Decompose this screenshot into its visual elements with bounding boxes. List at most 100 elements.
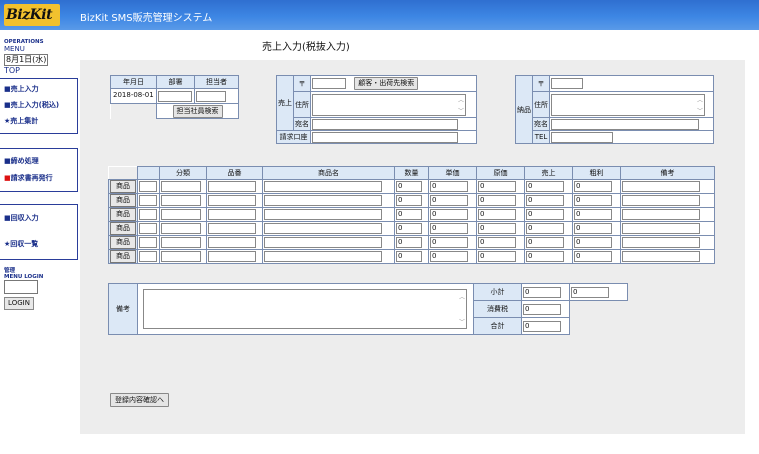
product-name-input[interactable] xyxy=(264,181,382,192)
product-name-input[interactable] xyxy=(264,237,382,248)
top-link[interactable]: TOP xyxy=(4,66,20,75)
price-input[interactable]: 0 xyxy=(430,237,468,248)
product-row-button[interactable]: 商品 xyxy=(110,236,136,249)
scroll-down-icon[interactable]: ﹀ xyxy=(458,106,464,115)
sales-input[interactable]: 0 xyxy=(526,181,564,192)
scroll-up-icon[interactable]: ︿ xyxy=(697,95,703,104)
product-name-input[interactable] xyxy=(264,209,382,220)
sales-name-input[interactable] xyxy=(312,118,458,130)
sales-input[interactable]: 0 xyxy=(526,251,564,262)
price-input[interactable]: 0 xyxy=(430,195,468,206)
product-row-button[interactable]: 商品 xyxy=(110,250,136,263)
row-flag-input[interactable] xyxy=(139,223,157,234)
cost-input[interactable]: 0 xyxy=(478,251,516,262)
dept-input[interactable] xyxy=(158,90,192,102)
ship-name-input[interactable] xyxy=(551,118,699,130)
remarks-input[interactable] xyxy=(622,209,700,220)
nav-collection-list[interactable]: ★回収一覧 xyxy=(4,240,77,249)
category-input[interactable] xyxy=(161,209,201,220)
profit-input[interactable]: 0 xyxy=(574,195,612,206)
partno-input[interactable] xyxy=(208,209,256,220)
remarks-input[interactable] xyxy=(622,195,700,206)
nav-sales-entry-taxincl[interactable]: ■売上入力(税込) xyxy=(4,101,77,110)
nav-sales-summary[interactable]: ★売上集計 xyxy=(4,117,77,126)
qty-input[interactable]: 0 xyxy=(396,195,422,206)
category-input[interactable] xyxy=(161,195,201,206)
qty-input[interactable]: 0 xyxy=(396,237,422,248)
product-name-input[interactable] xyxy=(264,223,382,234)
search-staff-button[interactable]: 担当社員検索 xyxy=(172,104,223,118)
scroll-up-icon[interactable]: ︿ xyxy=(459,292,465,301)
row-flag-input[interactable] xyxy=(139,181,157,192)
category-input[interactable] xyxy=(161,223,201,234)
ship-address-input[interactable]: ︿ ﹀ xyxy=(551,93,705,116)
partno-input[interactable] xyxy=(208,195,256,206)
sales-input[interactable]: 0 xyxy=(526,223,564,234)
date-value[interactable]: 2018-08-01 xyxy=(112,90,154,102)
sales-input[interactable]: 0 xyxy=(526,237,564,248)
confirm-registration-button[interactable]: 登録内容確認へ xyxy=(110,393,169,407)
qty-input[interactable]: 0 xyxy=(396,209,422,220)
profit-input[interactable]: 0 xyxy=(574,209,612,220)
nav-invoice-reissue[interactable]: ■請求書再発行 xyxy=(4,174,77,183)
row-flag-input[interactable] xyxy=(139,237,157,248)
ship-zip-input[interactable] xyxy=(551,78,583,89)
qty-input[interactable]: 0 xyxy=(396,181,422,192)
qty-input[interactable]: 0 xyxy=(396,251,422,262)
profit-input[interactable]: 0 xyxy=(574,251,612,262)
price-input[interactable]: 0 xyxy=(430,251,468,262)
row-flag-input[interactable] xyxy=(139,195,157,206)
price-input[interactable]: 0 xyxy=(430,223,468,234)
product-row-button[interactable]: 商品 xyxy=(110,194,136,207)
row-flag-input[interactable] xyxy=(139,209,157,220)
remarks-input[interactable] xyxy=(622,237,700,248)
login-input[interactable] xyxy=(4,280,38,294)
partno-input[interactable] xyxy=(208,181,256,192)
cost-input[interactable]: 0 xyxy=(478,181,516,192)
sales-address-input[interactable]: ︿ ﹀ xyxy=(312,93,466,116)
cost-input[interactable]: 0 xyxy=(478,237,516,248)
total-value[interactable]: 0 xyxy=(523,320,561,332)
billing-input[interactable] xyxy=(312,131,458,143)
person-input[interactable] xyxy=(196,90,226,102)
subtotal-profit-value[interactable]: 0 xyxy=(571,286,609,298)
remarks-input[interactable] xyxy=(622,251,700,262)
partno-input[interactable] xyxy=(208,223,256,234)
category-input[interactable] xyxy=(161,181,201,192)
price-input[interactable]: 0 xyxy=(430,181,468,192)
remarks-textarea[interactable]: ︿ ﹀ xyxy=(143,289,467,329)
sales-zip-input[interactable] xyxy=(312,78,346,89)
scroll-up-icon[interactable]: ︿ xyxy=(458,95,464,104)
product-name-input[interactable] xyxy=(264,251,382,262)
subtotal-value[interactable]: 0 xyxy=(523,286,561,298)
product-name-input[interactable] xyxy=(264,195,382,206)
product-row-button[interactable]: 商品 xyxy=(110,222,136,235)
scroll-down-icon[interactable]: ﹀ xyxy=(459,317,465,326)
category-input[interactable] xyxy=(161,251,201,262)
remarks-input[interactable] xyxy=(622,181,700,192)
remarks-input[interactable] xyxy=(622,223,700,234)
cost-input[interactable]: 0 xyxy=(478,209,516,220)
scroll-down-icon[interactable]: ﹀ xyxy=(697,106,703,115)
profit-input[interactable]: 0 xyxy=(574,223,612,234)
price-input[interactable]: 0 xyxy=(430,209,468,220)
cost-input[interactable]: 0 xyxy=(478,195,516,206)
profit-input[interactable]: 0 xyxy=(574,237,612,248)
sales-input[interactable]: 0 xyxy=(526,209,564,220)
profit-input[interactable]: 0 xyxy=(574,181,612,192)
tax-value[interactable]: 0 xyxy=(523,303,561,315)
category-input[interactable] xyxy=(161,237,201,248)
partno-input[interactable] xyxy=(208,237,256,248)
login-button[interactable]: LOGIN xyxy=(4,297,34,310)
nav-collection-entry[interactable]: ■回収入力 xyxy=(4,214,77,223)
cost-input[interactable]: 0 xyxy=(478,223,516,234)
customer-search-button[interactable]: 顧客・出荷先検索 xyxy=(354,77,419,90)
partno-input[interactable] xyxy=(208,251,256,262)
row-flag-input[interactable] xyxy=(139,251,157,262)
qty-input[interactable]: 0 xyxy=(396,223,422,234)
ship-tel-input[interactable] xyxy=(551,131,613,143)
product-row-button[interactable]: 商品 xyxy=(110,208,136,221)
sales-input[interactable]: 0 xyxy=(526,195,564,206)
nav-sales-entry[interactable]: ■売上入力 xyxy=(4,85,77,94)
nav-closing[interactable]: ■締め処理 xyxy=(4,157,77,166)
